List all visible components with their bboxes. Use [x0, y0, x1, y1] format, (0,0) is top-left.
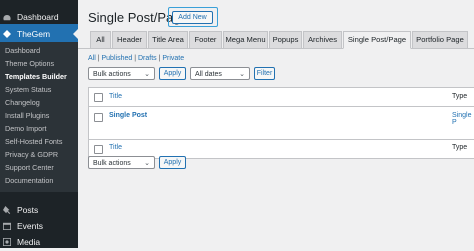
pin-icon — [3, 205, 11, 214]
menu-events-label: Events — [17, 220, 43, 231]
column-type-header: Type — [452, 93, 468, 100]
chevron-down-icon: ⌄ — [239, 71, 245, 78]
tab-header[interactable]: Header — [112, 31, 147, 49]
submenu-item-system-status[interactable]: System Status — [5, 85, 51, 94]
tab-popups[interactable]: Popups — [269, 31, 302, 49]
table-row: Single Post Single P — [89, 107, 474, 135]
chevron-down-icon: ⌄ — [144, 71, 150, 78]
menu-thegem[interactable]: TheGem — [0, 24, 78, 43]
column-type-footer: Type — [452, 144, 468, 151]
tab-portfolio-page[interactable]: Portfolio Page — [412, 31, 468, 49]
bulk-actions-label-bottom: Bulk actions — [93, 160, 131, 167]
submenu-item-demo-import[interactable]: Demo Import — [5, 124, 47, 133]
filter-all[interactable]: All — [88, 55, 96, 62]
column-title-footer[interactable]: Title — [109, 144, 122, 151]
media-icon — [3, 237, 11, 246]
dates-select[interactable]: All dates ⌄ — [190, 67, 250, 80]
tab-archives[interactable]: Archives — [303, 31, 342, 49]
submenu-item-privacy-gdpr[interactable]: Privacy & GDPR — [5, 150, 58, 159]
filter-private[interactable]: Private — [162, 55, 184, 62]
status-filters: All | Published | Drafts | Private — [88, 55, 185, 62]
add-new-highlight: Add New — [168, 7, 218, 27]
bulk-actions-select-top[interactable]: Bulk actions ⌄ — [88, 67, 155, 80]
tab-all[interactable]: All — [90, 31, 111, 49]
thegem-icon — [3, 29, 11, 38]
admin-sidebar: Dashboard TheGem Dashboard Theme Options… — [0, 0, 78, 248]
menu-thegem-label: TheGem — [17, 28, 51, 39]
bulk-actions-select-bottom[interactable]: Bulk actions ⌄ — [88, 156, 155, 169]
main-content: Single Post/Page Add New All Header Titl… — [78, 0, 474, 248]
bulk-actions-label: Bulk actions — [93, 71, 131, 78]
table-header: Title Type — [89, 88, 474, 107]
dashboard-icon — [3, 14, 11, 20]
submenu-item-documentation[interactable]: Documentation — [5, 176, 53, 185]
row-type-link[interactable]: Single P — [452, 112, 474, 126]
column-title-header[interactable]: Title — [109, 93, 122, 100]
thegem-submenu: Dashboard Theme Options Templates Builde… — [0, 42, 78, 192]
tab-single-post-page[interactable]: Single Post/Page — [343, 31, 411, 49]
submenu-item-theme-options[interactable]: Theme Options — [5, 59, 54, 68]
submenu-item-self-hosted-fonts[interactable]: Self-Hosted Fonts — [5, 137, 63, 146]
filter-button[interactable]: Filter — [254, 67, 275, 80]
dates-label: All dates — [195, 71, 222, 78]
tab-footer[interactable]: Footer — [189, 31, 222, 49]
menu-media-label: Media — [17, 236, 41, 247]
select-all-checkbox[interactable] — [94, 93, 103, 102]
apply-button-bottom[interactable]: Apply — [159, 156, 186, 169]
menu-posts-label: Posts — [17, 204, 39, 215]
row-title-link[interactable]: Single Post — [109, 112, 147, 119]
submenu-item-changelog[interactable]: Changelog — [5, 98, 40, 107]
chevron-down-icon: ⌄ — [144, 160, 150, 167]
submenu-item-support-center[interactable]: Support Center — [5, 163, 54, 172]
tab-mega-menu[interactable]: Mega Menu — [223, 31, 268, 49]
tab-title-area[interactable]: Title Area — [148, 31, 188, 49]
submenu-item-dashboard[interactable]: Dashboard — [5, 46, 40, 55]
submenu-item-install-plugins[interactable]: Install Plugins — [5, 111, 49, 120]
menu-media[interactable]: Media — [0, 232, 78, 251]
filter-drafts[interactable]: Drafts — [138, 55, 157, 62]
add-new-button[interactable]: Add New — [172, 11, 213, 24]
menu-dashboard-label: Dashboard — [17, 11, 59, 22]
select-all-checkbox-bottom[interactable] — [94, 145, 103, 154]
submenu-item-templates-builder[interactable]: Templates Builder — [5, 72, 67, 81]
calendar-icon — [3, 222, 11, 230]
filter-published[interactable]: Published — [102, 55, 133, 62]
row-checkbox[interactable] — [94, 113, 103, 122]
apply-button-top[interactable]: Apply — [159, 67, 186, 80]
